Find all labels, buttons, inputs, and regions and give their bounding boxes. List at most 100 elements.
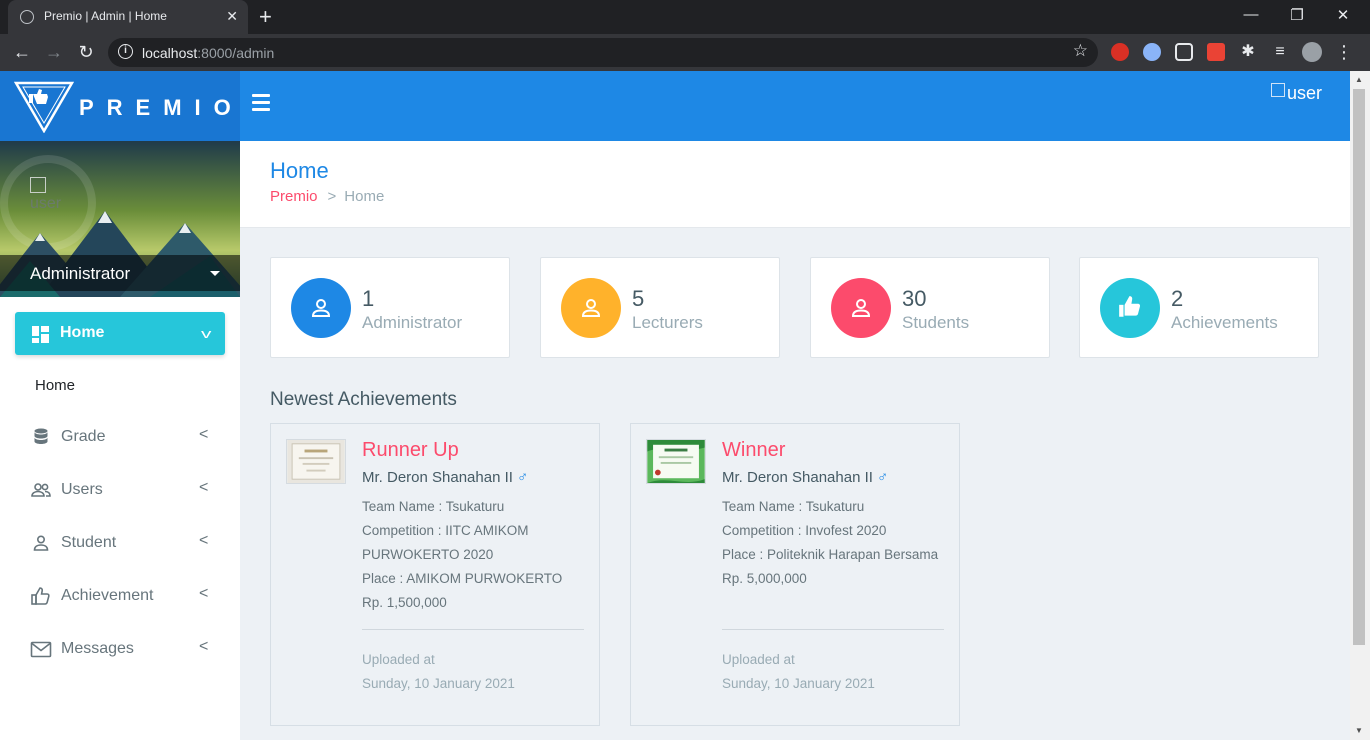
sidebar-item-grade[interactable]: Grade < [0, 418, 240, 458]
media-queue-icon[interactable]: ≡ [1269, 41, 1291, 63]
header-user-avatar[interactable]: user [1270, 83, 1322, 104]
app-header: PREMIO user [0, 71, 1350, 141]
male-icon: ♂ [876, 469, 889, 486]
sidebar-item-student[interactable]: Student < [0, 524, 240, 564]
profile-name: Administrator [30, 264, 131, 283]
achievement-place: Place : Politeknik Harapan Bersama [722, 547, 939, 562]
user-icon [851, 299, 871, 317]
url-text[interactable]: localhost:8000/admin [142, 45, 274, 61]
reload-icon[interactable]: ↻ [75, 41, 97, 63]
profile-banner: user Administrator [0, 141, 240, 297]
scroll-down-arrow-icon[interactable]: ▼ [1355, 726, 1363, 735]
users-icon [31, 483, 51, 497]
caret-down-icon [210, 271, 220, 276]
achievement-title[interactable]: Winner [722, 439, 785, 462]
male-icon: ♂ [516, 469, 529, 486]
achievement-student: Mr. Deron Shanahan II ♂ [722, 469, 889, 486]
extension-drop-icon[interactable] [1143, 43, 1161, 61]
extensions-puzzle-icon[interactable]: ✱ [1237, 41, 1259, 63]
uploaded-label: Uploaded at [722, 652, 795, 667]
browser-tab[interactable]: Premio | Admin | Home ✕ [8, 0, 248, 34]
page-title: Home [270, 158, 329, 183]
bookmark-star-icon[interactable]: ☆ [1073, 41, 1088, 61]
info-icon[interactable]: i [118, 44, 133, 59]
sidebar-item-label: Student [61, 534, 117, 551]
breadcrumb-current: Home [344, 188, 385, 205]
extension-stop-icon[interactable] [1111, 43, 1129, 61]
scroll-up-arrow-icon[interactable]: ▲ [1355, 75, 1363, 84]
achievement-prize: Rp. 5,000,000 [722, 571, 807, 586]
achievement-competition: Competition : Invofest 2020 [722, 523, 887, 538]
sidebar-item-home[interactable]: Home v [15, 312, 225, 355]
stat-value: 5 [632, 286, 645, 311]
stat-icon-circle [291, 278, 351, 338]
achievement-student: Mr. Deron Shanahan II ♂ [362, 469, 529, 486]
chevron-left-icon: < [199, 532, 209, 549]
achievement-card: Runner Up Mr. Deron Shanahan II ♂ Team Na… [270, 423, 600, 726]
chevron-down-icon: v [200, 326, 211, 341]
dashboard-icon [32, 326, 49, 343]
window-close-button[interactable]: ✕ [1333, 6, 1353, 24]
scroll-thumb[interactable] [1353, 89, 1365, 645]
thumbs-up-icon [1119, 296, 1141, 317]
stat-icon-circle [1100, 278, 1160, 338]
profile-avatar[interactable]: user [30, 177, 61, 213]
minimize-button[interactable]: — [1241, 6, 1261, 23]
chevron-left-icon: < [199, 585, 209, 602]
forward-icon[interactable]: → [43, 41, 65, 63]
new-tab-button[interactable]: + [259, 4, 272, 30]
achievement-team: Team Name : Tsukaturu [362, 499, 505, 514]
achievement-place: Place : AMIKOM PURWOKERTO [362, 571, 563, 586]
chevron-right-icon: > [327, 188, 337, 205]
profile-avatar-icon[interactable] [1302, 42, 1322, 62]
achievement-title[interactable]: Runner Up [362, 439, 459, 462]
chevron-left-icon: < [199, 638, 209, 655]
achievement-details: Team Name : Tsukaturu Competition : Invo… [722, 495, 957, 591]
back-icon[interactable]: ← [11, 41, 33, 63]
logo-triangle-icon [14, 81, 74, 133]
stat-card-students: 30 Students [810, 257, 1050, 358]
stat-card-administrator: 1 Administrator [270, 257, 510, 358]
certificate-thumbnail[interactable] [646, 439, 706, 484]
tab-close-icon[interactable]: ✕ [226, 8, 238, 25]
user-icon [33, 535, 49, 551]
logo[interactable]: PREMIO [0, 71, 240, 141]
sidebar-item-messages[interactable]: Messages < [0, 630, 240, 670]
sidebar: user Administrator Home v Home Grade < U… [0, 141, 240, 740]
hamburger-menu-icon[interactable] [252, 94, 270, 115]
sidebar-item-users[interactable]: Users < [0, 471, 240, 511]
stat-icon-circle [561, 278, 621, 338]
achievement-details: Team Name : Tsukaturu Competition : IITC… [362, 495, 597, 615]
breadcrumb-link-root[interactable]: Premio [270, 188, 318, 205]
logo-text: PREMIO [79, 95, 244, 120]
extension-video-icon[interactable] [1175, 43, 1193, 61]
achievement-upload-info: Uploaded at Sunday, 10 January 2021 [362, 648, 515, 696]
uploaded-date: Sunday, 10 January 2021 [722, 676, 875, 691]
sidebar-item-label: Achievement [61, 587, 154, 604]
sidebar-item-label: Users [61, 481, 103, 498]
address-bar[interactable]: i localhost:8000/admin ☆ [108, 38, 1098, 67]
stat-label: Lecturers [632, 313, 703, 332]
browser-tab-bar: Premio | Admin | Home ✕ + — ❐ ✕ [0, 0, 1370, 34]
submenu-item-home[interactable]: Home [35, 377, 75, 394]
page-scrollbar[interactable]: ▲ ▼ [1350, 71, 1370, 740]
extension-media-icon[interactable] [1207, 43, 1225, 61]
envelope-icon [30, 641, 52, 658]
tab-title: Premio | Admin | Home [44, 9, 167, 23]
stat-icon-circle [831, 278, 891, 338]
sidebar-item-achievement[interactable]: Achievement < [0, 577, 240, 617]
achievement-prize: Rp. 1,500,000 [362, 595, 447, 610]
divider [362, 629, 584, 630]
broken-image-icon [1270, 83, 1285, 97]
restore-button[interactable]: ❐ [1287, 6, 1307, 24]
menu-dots-icon[interactable]: ⋮ [1333, 41, 1355, 63]
user-icon [311, 299, 331, 317]
sidebar-item-label: Messages [61, 640, 134, 657]
certificate-thumbnail[interactable] [286, 439, 346, 484]
stat-card-lecturers: 5 Lecturers [540, 257, 780, 358]
breadcrumb: Premio > Home [270, 188, 384, 205]
sidebar-item-label: Grade [61, 428, 106, 445]
uploaded-label: Uploaded at [362, 652, 435, 667]
profile-dropdown[interactable]: Administrator [0, 255, 240, 291]
stat-label: Administrator [362, 313, 463, 332]
